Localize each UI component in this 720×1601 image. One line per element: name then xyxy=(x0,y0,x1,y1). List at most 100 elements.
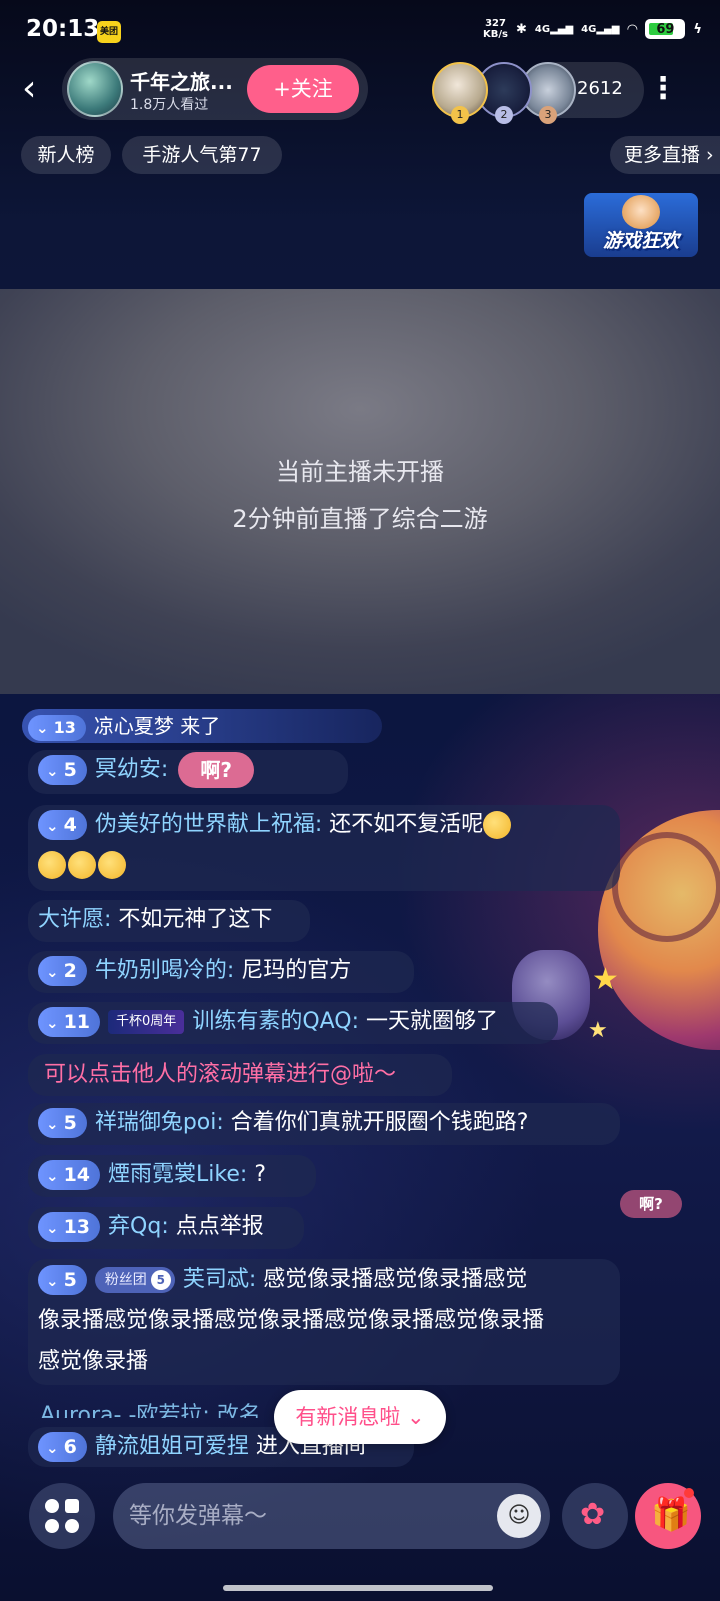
back-arrow-icon[interactable]: ‹ xyxy=(22,70,54,110)
notification-dot xyxy=(684,1488,694,1498)
anchor-viewers: 1.8万人看过 xyxy=(130,97,209,113)
emoji-icon xyxy=(483,811,512,839)
chat-message[interactable]: ⌄ 5 冥幼安: 啊? xyxy=(28,750,348,794)
status-bar: 20:13 美团 327 KB/s ✱ 4G▂▄▆ 4G▂▄▆ ◠ 69 ϟ xyxy=(0,0,720,60)
entry-notice: ⌄ 13 凉心夏梦 来了 xyxy=(22,709,382,743)
chat-username[interactable]: 煙雨霓裳Like: xyxy=(108,1162,247,1187)
chat-username[interactable]: 训练有素的QAQ: xyxy=(192,1009,359,1034)
video-player[interactable]: 当前主播未开播 2分钟前直播了综合二游 xyxy=(0,289,720,694)
anchor-info[interactable]: 千年之旅... 1.8万人看过 +关注 xyxy=(62,58,368,120)
event-badge-label: 游戏狂欢 xyxy=(602,230,679,252)
level-badge: ⌄ 4 xyxy=(38,810,87,840)
flower-icon: ✿ xyxy=(580,1497,606,1532)
game-rank-tag[interactable]: 手游人气第77 xyxy=(122,136,282,174)
wifi-icon: ◠ xyxy=(627,21,638,37)
meituan-app-icon: 美团 xyxy=(97,21,121,43)
chat-username[interactable]: 祥瑞御兔poi: xyxy=(95,1110,224,1135)
anchor-avatar[interactable] xyxy=(67,61,123,117)
chat-message[interactable]: ⌄ 5 粉丝团 5 芙司忒: 感觉像录播感觉像录播感觉 像录播感觉像录播感觉像录播感觉像… xyxy=(28,1259,620,1385)
chat-message[interactable]: 大许愿: 不如元神了这下 xyxy=(28,900,310,942)
mascot-icon xyxy=(622,195,660,229)
floating-sticker[interactable]: 啊? xyxy=(620,1190,682,1218)
fanclub-badge: 粉丝团 5 xyxy=(94,1267,175,1293)
emoji-icon xyxy=(98,851,126,879)
chat-text: 不如元神了这下 xyxy=(118,907,273,932)
chat-message-partial[interactable]: Aurora- -欧若拉: 改名 xyxy=(28,1396,261,1418)
danmaku-input[interactable]: 等你发弹幕～ xyxy=(113,1483,550,1549)
game-carnival-badge[interactable]: 游戏狂欢 xyxy=(584,193,698,257)
new-rank-tag[interactable]: 新人榜 xyxy=(21,136,111,174)
chat-username[interactable]: 芙司忒: xyxy=(183,1267,256,1292)
status-time: 20:13 xyxy=(26,16,100,42)
flower-gift-button[interactable]: ✿ xyxy=(562,1483,628,1549)
entry-user[interactable]: 凉心夏梦 xyxy=(94,714,174,738)
level-badge: ⌄ 11 xyxy=(38,1007,101,1037)
chat-text: 还不如不复活呢 xyxy=(329,812,484,837)
chevron-down-icon: ⌄ xyxy=(46,963,59,981)
level-badge: ⌄ 5 xyxy=(38,1108,87,1138)
level-badge: ⌄ 13 xyxy=(28,714,86,741)
offline-status: 当前主播未开播 xyxy=(276,458,444,486)
rank-badge-2: 2 xyxy=(495,106,513,124)
chat-message[interactable]: ⌄ 2 牛奶别喝冷的: 尼玛的官方 xyxy=(28,951,414,993)
medal-badge: 千杯0周年 xyxy=(108,1010,185,1034)
more-live-button[interactable]: 更多直播 › xyxy=(610,136,720,174)
chat-text: 一天就圈够了 xyxy=(366,1009,499,1034)
chat-username[interactable]: 静流姐姐可爱捏 xyxy=(95,1434,249,1459)
chat-text: 尼玛的官方 xyxy=(241,958,352,983)
emoji-icon-button[interactable]: ☺ xyxy=(497,1494,541,1538)
apps-grid-icon xyxy=(45,1499,59,1513)
battery-level: 69 xyxy=(656,21,675,37)
bluetooth-icon: ✱ xyxy=(516,21,527,37)
chat-text: 点点举报 xyxy=(175,1214,264,1239)
level-badge: ⌄ 14 xyxy=(38,1160,101,1190)
sticker-image: 啊? xyxy=(178,752,255,788)
new-messages-button[interactable]: 有新消息啦 ⌄ xyxy=(274,1390,446,1444)
chat-username[interactable]: 大许愿: xyxy=(38,907,111,932)
chevron-down-icon: ⌄ xyxy=(46,1167,59,1185)
apps-menu-button[interactable] xyxy=(29,1483,95,1549)
chevron-down-icon: ⌄ xyxy=(46,1115,59,1133)
chat-text: ? xyxy=(254,1162,266,1187)
level-badge: ⌄ 13 xyxy=(38,1212,101,1242)
signal-icon-2: 4G▂▄▆ xyxy=(581,23,620,35)
star-icon: ★ xyxy=(592,962,619,997)
viewer-count[interactable]: 2612 xyxy=(577,78,623,99)
charging-icon: ϟ xyxy=(693,21,702,37)
net-speed: 327 KB/s xyxy=(483,18,509,40)
chat-username[interactable]: 伪美好的世界献上祝福: xyxy=(95,812,322,837)
chat-message[interactable]: ⌄ 13 弃Qq: 点点举报 xyxy=(28,1207,304,1249)
home-indicator[interactable] xyxy=(223,1585,493,1591)
chevron-down-icon: ⌄ xyxy=(46,1272,59,1290)
chevron-down-icon: ⌄ xyxy=(36,718,49,737)
chat-text: 合着你们真就开服圈个钱跑路? xyxy=(230,1110,529,1135)
follow-button[interactable]: +关注 xyxy=(247,65,359,113)
chevron-down-icon: ⌄ xyxy=(46,762,59,780)
chevron-down-icon: ⌄ xyxy=(46,817,59,835)
chat-message[interactable]: ⌄ 11 千杯0周年 训练有素的QAQ: 一天就圈够了 xyxy=(28,1002,558,1044)
star-icon-small: ★ xyxy=(588,1018,608,1043)
rank-badge-3: 3 xyxy=(539,106,557,124)
chat-username[interactable]: 弃Qq: xyxy=(108,1214,169,1239)
signal-icon: 4G▂▄▆ xyxy=(534,23,574,35)
chat-message[interactable]: ⌄ 4 伪美好的世界献上祝福: 还不如不复活呢 xyxy=(28,805,620,891)
chat-username[interactable]: 冥幼安: xyxy=(95,757,168,782)
more-menu-icon[interactable]: ⋮ xyxy=(648,72,678,108)
rank-badge-1: 1 xyxy=(451,106,469,124)
last-live-info: 2分钟前直播了综合二游 xyxy=(232,505,488,533)
battery-icon: 69 xyxy=(645,19,686,39)
status-indicators: 327 KB/s ✱ 4G▂▄▆ 4G▂▄▆ ◠ 69 ϟ xyxy=(483,18,702,40)
chat-text-line2: 像录播感觉像录播感觉像录播感觉像录播感觉像录播 xyxy=(38,1308,545,1333)
chat-text-line3: 感觉像录播 xyxy=(38,1349,149,1374)
gift-icon: 🎁 xyxy=(651,1495,691,1533)
chat-text: 感觉像录播感觉像录播感觉 xyxy=(263,1267,528,1292)
live-room-page: 20:13 美团 327 KB/s ✱ 4G▂▄▆ 4G▂▄▆ ◠ 69 ϟ ‹… xyxy=(0,0,720,1601)
entry-action: 来了 xyxy=(180,714,221,738)
chevron-down-icon: ⌄ xyxy=(46,1439,59,1457)
anchor-name[interactable]: 千年之旅... xyxy=(130,66,233,95)
chat-username[interactable]: 牛奶别喝冷的: xyxy=(95,958,234,983)
chat-message[interactable]: ⌄ 14 煙雨霓裳Like: ? xyxy=(28,1155,316,1197)
top-viewers[interactable]: 2612 1 2 3 xyxy=(432,62,644,124)
chevron-down-icon: ⌄ xyxy=(46,1014,59,1032)
chat-message[interactable]: ⌄ 5 祥瑞御兔poi: 合着你们真就开服圈个钱跑路? xyxy=(28,1103,620,1145)
